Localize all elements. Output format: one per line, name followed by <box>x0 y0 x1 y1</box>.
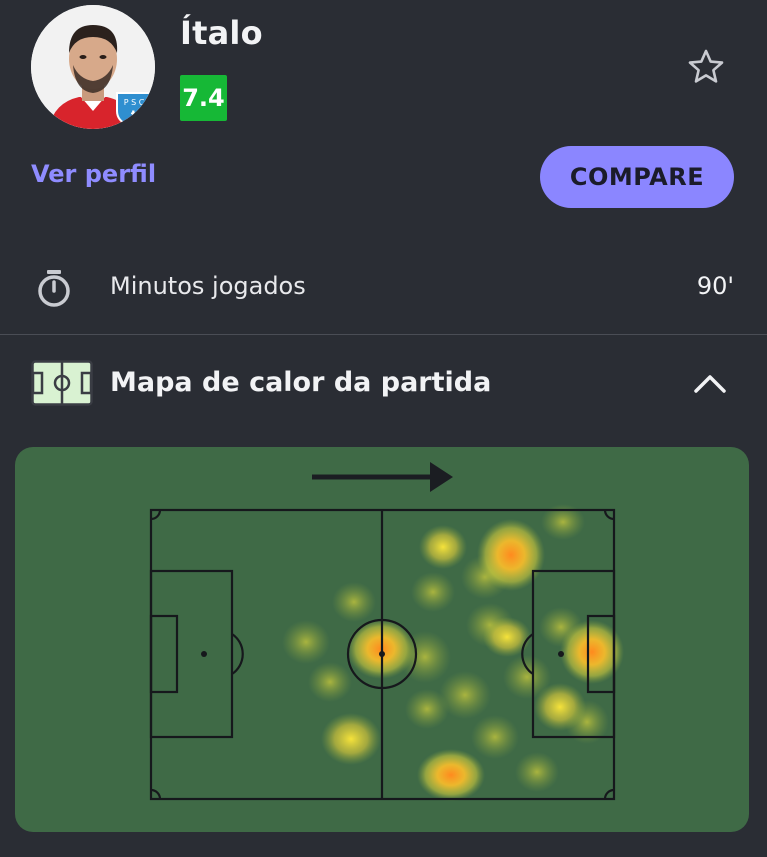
minutes-played-value: 90' <box>696 272 734 300</box>
minutes-played-row: Minutos jogados 90' <box>0 256 767 320</box>
team-badge-text: P S C <box>124 98 145 107</box>
attack-direction-arrow <box>312 462 453 492</box>
compare-button[interactable]: COMPARE <box>540 146 734 208</box>
star-outline-icon <box>688 49 724 83</box>
heatmap-blobs <box>282 504 624 801</box>
player-avatar: P S C t <box>31 5 155 129</box>
svg-text:t: t <box>131 109 137 124</box>
minutes-played-label: Minutos jogados <box>110 272 306 300</box>
player-name: Ítalo <box>180 14 263 52</box>
player-rating-badge: 7.4 <box>180 75 227 121</box>
stopwatch-icon <box>38 270 70 307</box>
heatmap-pitch <box>149 462 624 801</box>
player-summary-screen: P S C t Ítalo 7.4 Ver perfil COMPARE Min… <box>0 0 767 857</box>
section-divider <box>0 334 767 335</box>
view-profile-link[interactable]: Ver perfil <box>31 160 156 188</box>
heatmap-section-header[interactable]: Mapa de calor da partida <box>0 355 767 411</box>
chevron-up-icon[interactable] <box>690 367 730 399</box>
favorite-button[interactable] <box>686 47 726 87</box>
pitch-icon <box>31 360 93 406</box>
heatmap-title: Mapa de calor da partida <box>110 367 492 398</box>
heatmap-card <box>15 447 749 832</box>
